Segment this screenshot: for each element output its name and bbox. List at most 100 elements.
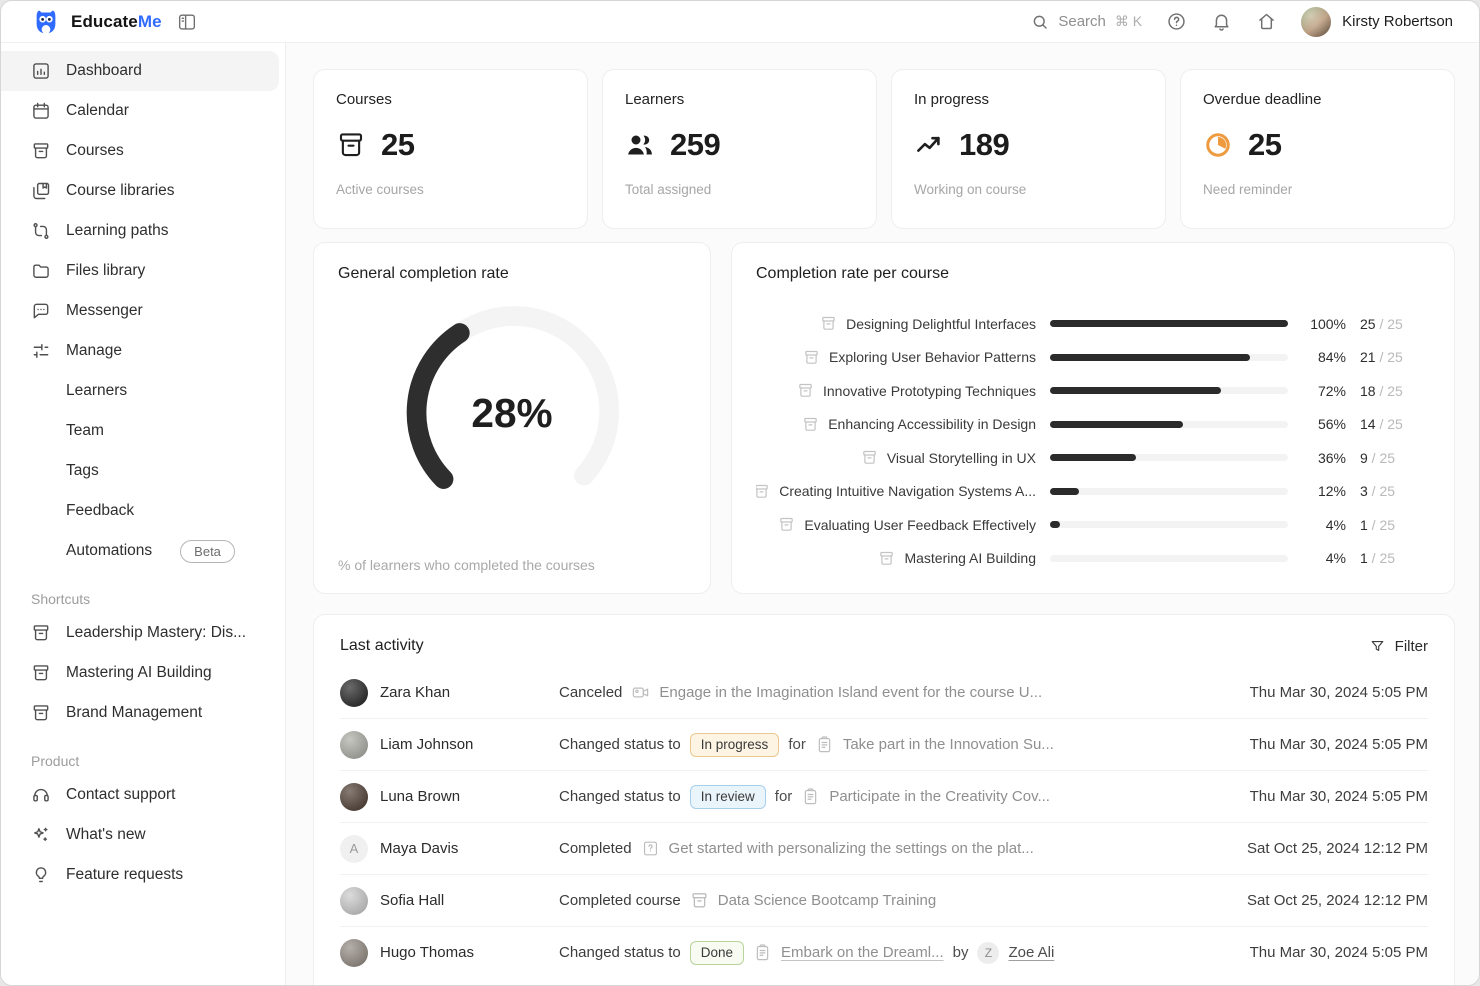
filter-button[interactable]: Filter <box>1369 638 1428 655</box>
activity-rows: Zara KhanCanceledEngage in the Imaginati… <box>340 667 1428 978</box>
stat-title: Courses <box>336 91 565 108</box>
sidebar-item-dashboard[interactable]: Dashboard <box>1 51 279 91</box>
course-name-cell: Designing Delightful Interfaces <box>756 315 1036 332</box>
donut-caption: % of learners who completed the courses <box>338 557 595 573</box>
stat-card-in-progress[interactable]: In progress189Working on course <box>891 69 1166 229</box>
sidebar-item-learning-paths[interactable]: Learning paths <box>1 211 279 251</box>
sidebar-item-feature-requests[interactable]: Feature requests <box>1 855 279 895</box>
total-count: / 25 <box>1368 517 1395 533</box>
by-user-name[interactable]: Zoe Ali <box>1008 944 1054 961</box>
stat-value: 189 <box>959 127 1009 163</box>
search-input[interactable]: Search ⌘ K <box>1031 13 1142 31</box>
activity-row[interactable]: Zara KhanCanceledEngage in the Imaginati… <box>340 667 1428 719</box>
last-activity-card: Last activity Filter Zara KhanCanceledEn… <box>313 614 1455 985</box>
sidebar-item-what-s-new[interactable]: What's new <box>1 815 279 855</box>
user-menu[interactable]: Kirsty Robertson <box>1301 7 1453 37</box>
help-icon[interactable] <box>1166 11 1187 32</box>
calendar-icon <box>31 101 51 121</box>
activity-item: Take part in the Innovation Su... <box>843 736 1054 753</box>
user-name: Kirsty Robertson <box>1342 13 1453 30</box>
stat-card-learners[interactable]: Learners259Total assigned <box>602 69 877 229</box>
courses-icon <box>336 130 366 160</box>
sidebar-item-label: Course libraries <box>66 182 175 200</box>
sidebar-item-mastering-ai-building[interactable]: Mastering AI Building <box>1 653 279 693</box>
sidebar-subitem-learners[interactable]: Learners <box>1 371 285 411</box>
main-content: Courses25Active coursesLearners259Total … <box>286 43 1479 985</box>
activity-user-cell: Sofia Hall <box>340 887 559 915</box>
sidebar-item-contact-support[interactable]: Contact support <box>1 775 279 815</box>
sidebar-item-brand-management[interactable]: Brand Management <box>1 693 279 733</box>
by-text: by <box>953 944 969 961</box>
sidebar-nav: DashboardCalendarCourses Course libraries… <box>1 43 286 985</box>
stat-card-overdue-deadline[interactable]: Overdue deadline25Need reminder <box>1180 69 1455 229</box>
activity-action: Changed status to <box>559 944 681 961</box>
trend-up-icon <box>914 130 944 160</box>
course-completion-row[interactable]: Enhancing Accessibility in Design56%14 /… <box>756 408 1430 442</box>
brand[interactable]: EducateMe <box>31 7 162 37</box>
sidebar-item-courses[interactable]: Courses <box>1 131 279 171</box>
activity-row[interactable]: Liam JohnsonChanged status toIn progress… <box>340 719 1428 771</box>
course-box-icon <box>31 623 51 643</box>
search-label: Search <box>1058 13 1106 30</box>
completion-bar-fill <box>1050 354 1250 361</box>
activity-item-link[interactable]: Embark on the Dreaml... <box>781 944 944 961</box>
course-completion-row[interactable]: Creating Intuitive Navigation Systems A.… <box>756 475 1430 509</box>
course-name-cell: Creating Intuitive Navigation Systems A.… <box>756 483 1036 500</box>
total-count: / 25 <box>1376 316 1403 332</box>
course-completion-row[interactable]: Mastering AI Building4%1 / 25 <box>756 542 1430 576</box>
bell-icon[interactable] <box>1211 11 1232 32</box>
course-completion-row[interactable]: Evaluating User Feedback Effectively4%1 … <box>756 508 1430 542</box>
activity-row[interactable]: Luna BrownChanged status toIn reviewforP… <box>340 771 1428 823</box>
sidebar-toggle-icon[interactable] <box>176 11 198 33</box>
sidebar-item-label: Leadership Mastery: Dis... <box>66 624 246 642</box>
sidebar-subitem-feedback[interactable]: Feedback <box>1 491 285 531</box>
course-completion-row[interactable]: Exploring User Behavior Patterns84%21 / … <box>756 341 1430 375</box>
sidebar-item-messenger[interactable]: Messenger <box>1 291 279 331</box>
course-name: Visual Storytelling in UX <box>887 450 1036 466</box>
sidebar-item-files-library[interactable]: Files library <box>1 251 279 291</box>
course-box-icon <box>31 663 51 683</box>
course-completion-row[interactable]: Visual Storytelling in UX36%9 / 25 <box>756 441 1430 475</box>
activity-item: Data Science Bootcamp Training <box>718 892 936 909</box>
sidebar-subitem-tags[interactable]: Tags <box>1 451 285 491</box>
total-count: / 25 <box>1376 416 1403 432</box>
activity-row[interactable]: AMaya DavisCompletedGet started with per… <box>340 823 1428 875</box>
course-completion-row[interactable]: Designing Delightful Interfaces100%25 / … <box>756 307 1430 341</box>
course-completion-row[interactable]: Innovative Prototyping Techniques72%18 /… <box>756 374 1430 408</box>
activity-user-name: Luna Brown <box>380 788 460 805</box>
clipboard-icon <box>753 943 772 962</box>
sidebar-item-label: Brand Management <box>66 704 202 722</box>
stat-value-row: 259 <box>625 127 854 163</box>
sidebar-item-course-libraries[interactable]: Course libraries <box>1 171 279 211</box>
activity-item: Get started with personalizing the setti… <box>669 840 1034 857</box>
sidebar-item-label: Learning paths <box>66 222 169 240</box>
home-icon[interactable] <box>1256 11 1277 32</box>
sidebar-subitem-automations[interactable]: AutomationsBeta <box>1 531 285 571</box>
activity-date: Sat Oct 25, 2024 12:12 PM <box>1198 892 1428 909</box>
sidebar-item-leadership-mastery-dis[interactable]: Leadership Mastery: Dis... <box>1 613 279 653</box>
search-icon <box>1031 13 1049 31</box>
sidebar-subitem-team[interactable]: Team <box>1 411 285 451</box>
total-count: / 25 <box>1376 383 1403 399</box>
completion-count: 14 / 25 <box>1360 416 1416 432</box>
activity-row[interactable]: Sofia HallCompleted courseData Science B… <box>340 875 1428 927</box>
owl-logo-icon <box>31 7 61 37</box>
completion-bar-fill <box>1050 320 1288 327</box>
completion-bar-fill <box>1050 387 1221 394</box>
sidebar-item-manage[interactable]: Manage <box>1 331 279 371</box>
completion-pct: 100% <box>1302 316 1346 332</box>
course-libraries-icon <box>31 181 51 201</box>
completion-bar <box>1050 454 1288 461</box>
completion-bar-fill <box>1050 488 1079 495</box>
completed-count: 1 <box>1360 550 1368 566</box>
stat-value: 25 <box>381 127 414 163</box>
sidebar-item-label: Files library <box>66 262 145 280</box>
activity-row[interactable]: Hugo ThomasChanged status toDoneEmbark o… <box>340 927 1428 978</box>
course-box-icon <box>31 703 51 723</box>
user-avatar <box>1301 7 1331 37</box>
stat-caption: Working on course <box>914 182 1143 197</box>
stat-card-courses[interactable]: Courses25Active courses <box>313 69 588 229</box>
lightbulb-icon <box>31 865 51 885</box>
video-icon <box>631 683 650 702</box>
sidebar-item-calendar[interactable]: Calendar <box>1 91 279 131</box>
